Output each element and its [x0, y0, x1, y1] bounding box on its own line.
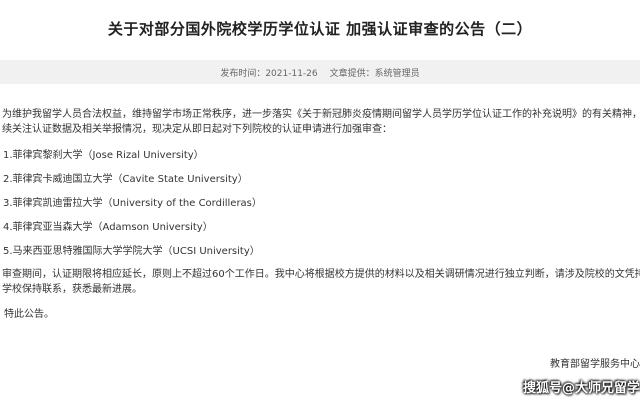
- school-list-item: 2.菲律宾卡威迪国立大学（Cavite State University）: [3, 174, 248, 185]
- review-paragraph-line-1: 审查期间，认证期限将相应延长，原则上不超过60个工作日。我中心将根据校方提供的材…: [2, 269, 640, 280]
- school-list-item: 5.马来西亚思特雅国际大学学院大学（UCSI University）: [3, 246, 260, 257]
- publish-date: 发布时间：2021-11-26: [220, 68, 318, 79]
- announcement-page: 关于对部分国外院校学历学位认证 加强认证审查的公告（二） 发布时间：2021-1…: [0, 0, 640, 400]
- intro-paragraph-line-2: 续关注认证数据及相关举报情况，现决定从即日起对下列院校的认证申请进行加强审查：: [2, 124, 392, 135]
- review-paragraph-line-2: 学校保持联系，获悉最新进展。: [2, 284, 142, 295]
- closing-statement: 特此公告。: [4, 309, 54, 320]
- school-list-item: 3.菲律宾凯迪雷拉大学（University of the Cordillera…: [3, 198, 262, 209]
- intro-paragraph-line-1: 为维护我留学人员合法权益，维持留学市场正常秩序，进一步落实《关于新冠肺炎疫情期间…: [2, 109, 640, 120]
- issuing-organization: 教育部留学服务中心: [550, 359, 640, 370]
- school-list-item: 1.菲律宾黎刹大学（Jose Rizal University）: [3, 150, 204, 161]
- watermark: 搜狐号@大师兄留学: [522, 381, 640, 396]
- school-list-item: 4.菲律宾亚当森大学（Adamson University）: [3, 222, 213, 233]
- page-title: 关于对部分国外院校学历学位认证 加强认证审查的公告（二）: [107, 20, 533, 38]
- meta-bar: 发布时间：2021-11-26 文章提供：系统管理员: [0, 60, 640, 84]
- article-source: 文章提供：系统管理员: [329, 68, 420, 79]
